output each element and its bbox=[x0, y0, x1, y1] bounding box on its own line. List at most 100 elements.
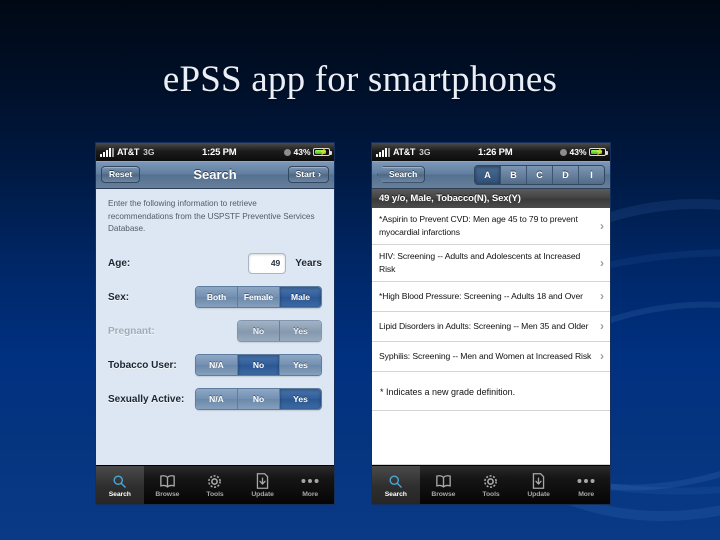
chevron-right-icon: › bbox=[600, 349, 604, 364]
sexually-active-option-no[interactable]: No bbox=[237, 389, 279, 410]
status-bar-left-group: AT&T 3G bbox=[376, 147, 430, 157]
tab-browse[interactable]: Browse bbox=[420, 466, 468, 504]
tobacco-label: Tobacco User: bbox=[108, 359, 177, 371]
nav-bar-left: Reset Search Start › bbox=[96, 161, 334, 189]
tab-more[interactable]: More bbox=[286, 466, 334, 504]
recommendation-title: *Aspirin to Prevent CVD: Men age 45 to 7… bbox=[379, 214, 578, 237]
table-row[interactable]: HIV: Screening -- Adults and Adolescents… bbox=[372, 244, 610, 282]
status-bar-left: AT&T 3G 1:25 PM 43% ⚡ bbox=[96, 143, 334, 161]
form-row-sexually-active: Sexually Active: N/A No Yes bbox=[108, 388, 322, 411]
network-type-label: 3G bbox=[419, 147, 431, 157]
pregnant-option-no: No bbox=[238, 321, 279, 342]
tobacco-segmented-control[interactable]: N/A No Yes bbox=[195, 354, 322, 377]
tobacco-option-yes[interactable]: Yes bbox=[279, 355, 321, 376]
start-button-label: Start bbox=[295, 169, 315, 179]
tab-tools-label: Tools bbox=[482, 490, 500, 498]
table-row[interactable]: *High Blood Pressure: Screening -- Adult… bbox=[372, 281, 610, 312]
clock-label: 1:25 PM bbox=[201, 146, 237, 158]
tab-update-label: Update bbox=[251, 490, 274, 498]
ellipsis-icon bbox=[576, 473, 596, 490]
chevron-right-icon: › bbox=[318, 169, 321, 179]
carrier-label: AT&T bbox=[117, 147, 140, 157]
sex-control: Both Female Male bbox=[195, 286, 322, 309]
clock-label: 1:26 PM bbox=[477, 146, 513, 158]
tab-more-label: More bbox=[302, 490, 319, 498]
sexually-active-option-na[interactable]: N/A bbox=[196, 389, 237, 410]
tobacco-option-no[interactable]: No bbox=[237, 355, 279, 376]
signal-bars-icon bbox=[100, 147, 114, 157]
battery-charging-icon: ⚡ bbox=[589, 147, 608, 157]
form-instructions: Enter the following information to retri… bbox=[108, 199, 315, 234]
tab-update-label: Update bbox=[527, 490, 550, 498]
slide-canvas: ePSS app for smartphones AT&T 3G 1:25 PM… bbox=[0, 0, 720, 540]
results-list: 49 y/o, Male, Tobacco(N), Sex(Y) *Aspiri… bbox=[372, 189, 610, 465]
grade-filter-a[interactable]: A bbox=[475, 165, 500, 184]
table-row[interactable]: Syphilis: Screening -- Men and Women at … bbox=[372, 341, 610, 372]
sex-option-female[interactable]: Female bbox=[237, 287, 279, 308]
pregnant-segmented-control: No Yes bbox=[237, 320, 322, 343]
sexually-active-segmented-control[interactable]: N/A No Yes bbox=[195, 388, 322, 411]
age-input[interactable]: 49 bbox=[248, 252, 287, 274]
tab-tools[interactable]: Tools bbox=[191, 466, 239, 504]
tab-tools-label: Tools bbox=[206, 490, 224, 498]
magnifier-icon bbox=[110, 473, 130, 490]
tab-bar-right: Search Browse Tools Update More bbox=[372, 465, 610, 504]
back-to-search-button[interactable]: Search bbox=[377, 166, 426, 183]
page-title: ePSS app for smartphones bbox=[162, 59, 558, 100]
tab-search[interactable]: Search bbox=[96, 466, 144, 504]
status-bar-right: AT&T 3G 1:26 PM 43% ⚡ bbox=[372, 143, 610, 161]
table-row[interactable]: *Aspirin to Prevent CVD: Men age 45 to 7… bbox=[372, 208, 610, 245]
start-button[interactable]: Start › bbox=[287, 166, 329, 183]
chevron-right-icon: › bbox=[600, 319, 604, 334]
tab-browse[interactable]: Browse bbox=[144, 466, 192, 504]
tab-more[interactable]: More bbox=[562, 466, 610, 504]
results-section-header: 49 y/o, Male, Tobacco(N), Sex(Y) bbox=[372, 189, 610, 208]
phone-screenshot-search-form: AT&T 3G 1:25 PM 43% ⚡ Reset Search Start… bbox=[95, 142, 335, 505]
sex-label: Sex: bbox=[108, 291, 130, 303]
chevron-right-icon: › bbox=[600, 289, 604, 304]
tobacco-control: N/A No Yes bbox=[195, 354, 322, 377]
tobacco-option-na[interactable]: N/A bbox=[196, 355, 237, 376]
rotation-lock-icon bbox=[283, 148, 291, 156]
book-icon bbox=[157, 473, 177, 490]
chevron-right-icon: › bbox=[600, 218, 604, 233]
rotation-lock-icon bbox=[559, 148, 567, 156]
sexually-active-option-yes[interactable]: Yes bbox=[279, 389, 321, 410]
tab-search[interactable]: Search bbox=[372, 466, 420, 504]
tab-browse-label: Browse bbox=[431, 490, 456, 498]
sex-segmented-control[interactable]: Both Female Male bbox=[195, 286, 322, 309]
tab-search-label: Search bbox=[384, 490, 407, 498]
grade-filter-i[interactable]: I bbox=[578, 165, 604, 184]
grade-filter-b[interactable]: B bbox=[500, 165, 526, 184]
form-row-age: Age: 49 Years bbox=[108, 252, 322, 274]
sex-option-both[interactable]: Both bbox=[196, 287, 237, 308]
grade-filter-segmented-control[interactable]: A B C D I bbox=[474, 164, 605, 185]
grade-filter-d[interactable]: D bbox=[552, 165, 578, 184]
gear-icon bbox=[481, 473, 501, 490]
list-empty-area bbox=[372, 410, 610, 464]
recommendation-title: HIV: Screening -- Adults and Adolescents… bbox=[379, 250, 581, 274]
form-row-sex: Sex: Both Female Male bbox=[108, 286, 322, 309]
table-row[interactable]: Lipid Disorders in Adults: Screening -- … bbox=[372, 311, 610, 342]
tab-update[interactable]: Update bbox=[239, 466, 287, 504]
tab-more-label: More bbox=[578, 490, 595, 498]
pregnant-control: No Yes bbox=[237, 320, 322, 343]
grade-filter-c[interactable]: C bbox=[526, 165, 552, 184]
status-bar-left-group: AT&T 3G bbox=[100, 147, 154, 157]
gear-icon bbox=[205, 473, 225, 490]
pregnant-label: Pregnant: bbox=[108, 325, 155, 337]
tab-tools[interactable]: Tools bbox=[467, 466, 515, 504]
tab-update[interactable]: Update bbox=[515, 466, 563, 504]
phone-screenshot-results-list: AT&T 3G 1:26 PM 43% ⚡ Search A B C D I 4… bbox=[371, 142, 611, 505]
status-bar-right-group: 43% ⚡ bbox=[283, 147, 332, 157]
signal-bars-icon bbox=[376, 147, 390, 157]
age-control: 49 Years bbox=[232, 252, 322, 274]
download-document-icon bbox=[253, 473, 273, 490]
battery-charging-icon: ⚡ bbox=[313, 147, 332, 157]
battery-percent-label: 43% bbox=[293, 147, 311, 157]
ellipsis-icon bbox=[300, 473, 320, 490]
reset-button[interactable]: Reset bbox=[101, 166, 141, 183]
recommendation-title: Lipid Disorders in Adults: Screening -- … bbox=[379, 320, 589, 331]
sex-option-male[interactable]: Male bbox=[279, 287, 321, 308]
age-units-label: Years bbox=[295, 257, 322, 269]
